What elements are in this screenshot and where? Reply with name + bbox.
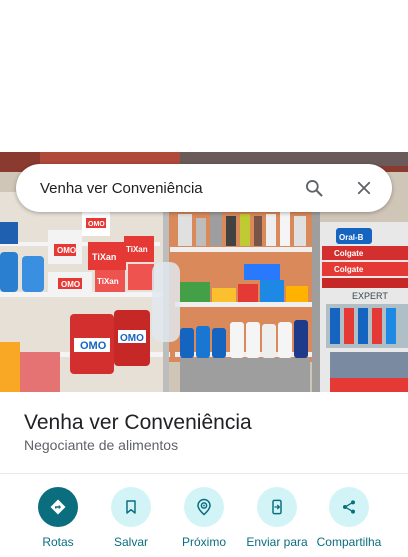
share-icon — [343, 500, 355, 514]
save-button-circle[interactable] — [111, 487, 151, 527]
photo-label: EXPERT — [352, 291, 388, 301]
share-label: Compartilha — [316, 535, 382, 549]
search-icon — [306, 180, 323, 197]
directions-button-circle[interactable] — [38, 487, 78, 527]
nearby-icon — [197, 498, 211, 516]
send-to-phone-icon — [272, 499, 282, 515]
photo-label: OMO — [88, 221, 105, 228]
search-input[interactable]: Venha ver Conveniência — [40, 180, 300, 197]
send-to-phone-button[interactable]: Enviar para — [239, 487, 315, 557]
photo-label: OMO — [80, 340, 107, 352]
close-icon — [357, 181, 371, 195]
share-button-circle[interactable] — [329, 487, 369, 527]
directions-label: Rotas — [42, 535, 74, 549]
place-info: Venha ver Conveniência Negociante de ali… — [0, 392, 408, 474]
directions-button[interactable]: Rotas — [20, 487, 96, 557]
photo-label: TiXan — [97, 277, 119, 286]
share-button[interactable]: Compartilha — [311, 487, 387, 557]
place-title: Venha ver Conveniência — [24, 411, 252, 434]
map-blank-area — [0, 0, 408, 152]
save-label: Salvar — [113, 535, 148, 549]
save-button[interactable]: Salvar — [93, 487, 169, 557]
nearby-button-circle[interactable] — [184, 487, 224, 527]
photo-label: OMO — [61, 280, 80, 289]
send-to-phone-label: Enviar para — [246, 535, 308, 549]
nearby-label: Próximo — [181, 535, 226, 549]
clear-search-button[interactable] — [350, 174, 378, 202]
search-bar[interactable]: Venha ver Conveniência — [16, 164, 392, 212]
photo-label: Colgate — [334, 265, 364, 274]
photo-label: TiXan — [92, 252, 116, 262]
bookmark-icon — [126, 500, 136, 514]
directions-icon — [50, 499, 66, 515]
photo-label: OMO — [120, 333, 144, 344]
photo-label: Oral-B — [339, 233, 364, 242]
photo-label: TiXan — [126, 245, 148, 254]
place-category: Negociante de alimentos — [24, 437, 179, 453]
nearby-button[interactable]: Próximo — [166, 487, 242, 557]
photo-label: Colgate — [334, 249, 364, 258]
send-to-phone-button-circle[interactable] — [257, 487, 297, 527]
action-bar: Rotas Salvar Próximo Enviar para Compart… — [0, 474, 408, 549]
photo-label: OMO — [57, 246, 76, 255]
search-button[interactable] — [300, 174, 328, 202]
